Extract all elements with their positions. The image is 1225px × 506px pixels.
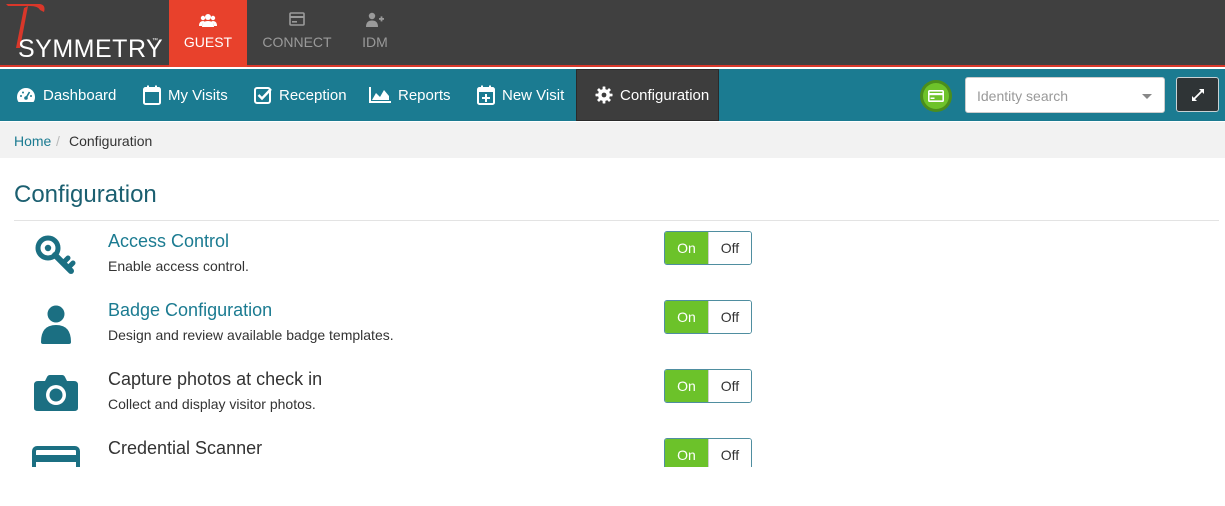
toggle-off-button[interactable]: Off <box>708 439 751 467</box>
expand-icon <box>1191 88 1204 101</box>
page-title: Configuration <box>14 181 157 208</box>
tab-guest-label: GUEST <box>183 34 233 50</box>
toggle-off-button[interactable]: Off <box>708 370 751 402</box>
nav-reports-label: Reports <box>398 86 451 104</box>
settings-list: Access Control Enable access control. On… <box>0 221 1225 467</box>
tab-idm[interactable]: IDM <box>336 0 414 67</box>
nav-dashboard[interactable]: Dashboard <box>16 69 116 121</box>
setting-title: Credential Scanner <box>108 438 263 458</box>
access-control-toggle[interactable]: On Off <box>664 231 752 265</box>
camera-icon <box>30 367 82 419</box>
setting-title[interactable]: Badge Configuration <box>108 300 272 321</box>
tab-connect-label: CONNECT <box>262 34 332 50</box>
setting-row-access-control: Access Control Enable access control. On… <box>0 221 1225 290</box>
logo-trademark: ™ <box>152 38 158 44</box>
setting-title[interactable]: Access Control <box>108 231 229 252</box>
user-plus-icon <box>336 12 414 30</box>
nav-my-visits[interactable]: My Visits <box>143 69 228 121</box>
dashboard-icon <box>16 87 36 103</box>
breadcrumb-current: Configuration <box>69 133 153 149</box>
setting-title: Capture photos at check in <box>108 369 323 389</box>
nav-configuration[interactable]: Configuration <box>576 69 719 121</box>
users-icon <box>169 12 247 30</box>
nav-configuration-label: Configuration <box>620 86 710 104</box>
fullscreen-button[interactable] <box>1176 77 1219 112</box>
toggle-on-button[interactable]: On <box>665 370 708 402</box>
tab-idm-label: IDM <box>362 34 388 50</box>
setting-row-capture-photos: Capture photos at check in Collect and d… <box>0 359 1225 428</box>
setting-row-credential-scanner: Credential Scanner On Off <box>0 428 1225 467</box>
nav-new-visit-label: New Visit <box>502 86 565 104</box>
tab-guest[interactable]: GUEST <box>169 0 247 67</box>
calendar-plus-icon <box>477 85 495 105</box>
capture-photos-toggle[interactable]: On Off <box>664 369 752 403</box>
nav-new-visit[interactable]: New Visit <box>477 69 564 121</box>
card-icon <box>258 12 336 30</box>
nav-reports[interactable]: Reports <box>369 69 451 121</box>
toggle-on-button[interactable]: On <box>665 232 708 264</box>
chevron-down-icon <box>1142 94 1152 99</box>
symmetry-logo[interactable]: SYMMETRY ™ <box>0 0 169 67</box>
setting-description: Collect and display visitor photos. <box>108 396 316 412</box>
credential-status-button[interactable] <box>920 80 952 112</box>
nav-reception-label: Reception <box>279 86 347 104</box>
credit-card-icon <box>30 436 82 467</box>
toggle-off-button[interactable]: Off <box>708 232 751 264</box>
nav-my-visits-label: My Visits <box>168 86 228 104</box>
user-icon <box>30 298 82 350</box>
identity-search-placeholder: Identity search <box>977 88 1069 104</box>
gear-icon <box>595 86 613 104</box>
tab-connect[interactable]: CONNECT <box>258 0 336 67</box>
credential-scanner-toggle[interactable]: On Off <box>664 438 752 467</box>
app-bar: SYMMETRY ™ GUEST CONNECT IDM <box>0 0 1225 67</box>
setting-description: Design and review available badge templa… <box>108 327 394 343</box>
checkbox-icon <box>254 86 272 104</box>
badge-configuration-toggle[interactable]: On Off <box>664 300 752 334</box>
credit-card-icon <box>928 90 944 102</box>
nav-dashboard-label: Dashboard <box>43 86 117 104</box>
breadcrumb-home-link[interactable]: Home <box>14 133 51 149</box>
toggle-on-button[interactable]: On <box>665 301 708 333</box>
setting-row-badge-configuration: Badge Configuration Design and review av… <box>0 290 1225 359</box>
calendar-icon <box>143 85 161 105</box>
key-icon <box>30 229 82 281</box>
breadcrumb: Home / Configuration <box>0 122 1225 158</box>
toggle-on-button[interactable]: On <box>665 439 708 467</box>
breadcrumb-separator: / <box>56 133 60 149</box>
identity-search-select[interactable]: Identity search <box>965 77 1165 113</box>
setting-description: Enable access control. <box>108 258 249 274</box>
toggle-off-button[interactable]: Off <box>708 301 751 333</box>
logo-text: SYMMETRY <box>18 35 164 63</box>
area-chart-icon <box>369 87 391 103</box>
nav-reception[interactable]: Reception <box>254 69 347 121</box>
main-nav: Dashboard My Visits Reception Reports Ne… <box>0 69 1225 121</box>
